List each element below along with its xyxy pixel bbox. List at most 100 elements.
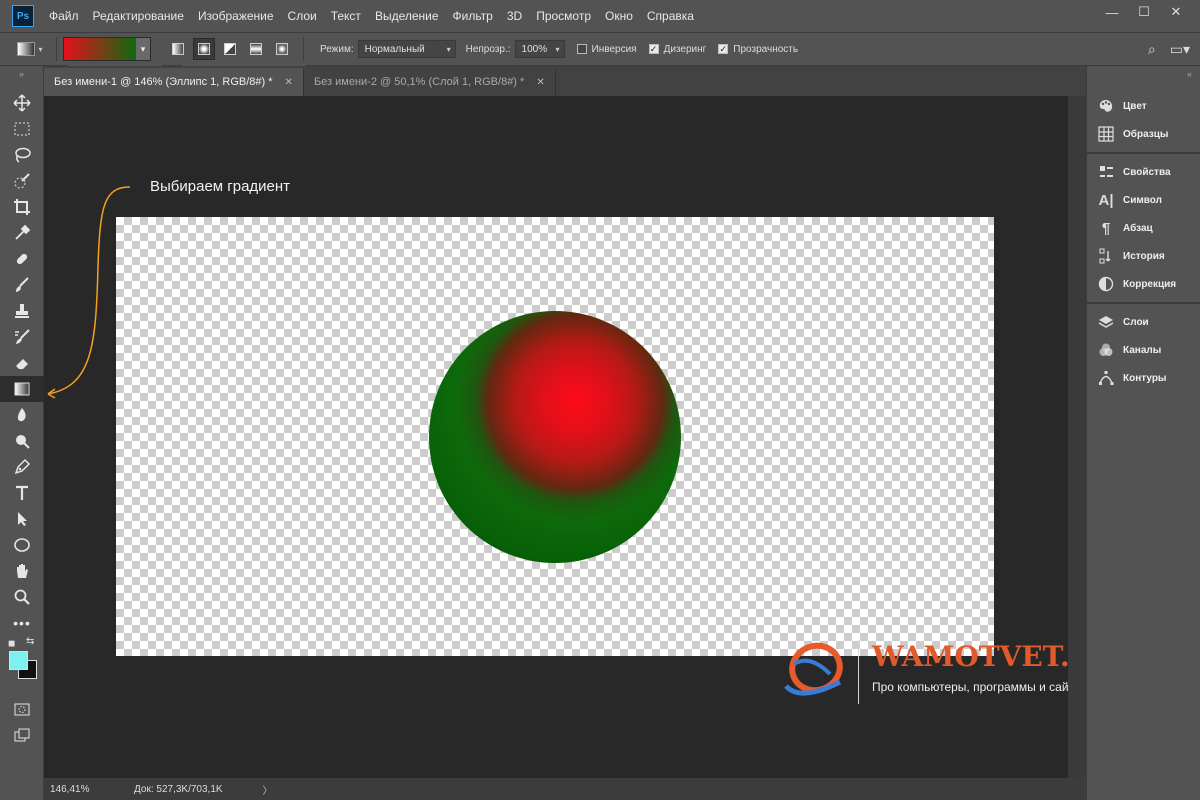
zoom-tool[interactable] xyxy=(0,584,44,610)
arrow-cursor-icon xyxy=(18,512,27,526)
close-icon[interactable]: ✕ xyxy=(285,77,293,88)
gradient-preview[interactable] xyxy=(64,38,136,60)
angle-gradient-button[interactable] xyxy=(219,38,241,60)
status-bar: 146,41% Док: 527,3K/703,1K 〉 xyxy=(44,778,1086,800)
clone-stamp-tool[interactable] xyxy=(0,298,44,324)
search-icon[interactable]: ⌕ xyxy=(1148,41,1156,58)
diamond-gradient-button[interactable] xyxy=(271,38,293,60)
move-tool[interactable] xyxy=(0,90,44,116)
menu-layers[interactable]: Слои xyxy=(281,0,324,32)
dither-label: Дизеринг xyxy=(663,43,707,55)
radial-gradient-button[interactable] xyxy=(193,38,215,60)
reflected-gradient-button[interactable] xyxy=(245,38,267,60)
panel-group-properties: Свойства A| Символ ¶ Абзац История Коррекц… xyxy=(1087,154,1200,304)
menu-select[interactable]: Выделение xyxy=(368,0,446,32)
chevron-down-icon[interactable]: ▾ xyxy=(136,38,150,60)
panel-paragraph[interactable]: ¶ Абзац xyxy=(1087,214,1200,242)
maximize-button[interactable]: ☐ xyxy=(1128,0,1160,24)
quick-mask-button[interactable] xyxy=(0,696,44,722)
tab-label: Без имени-1 @ 146% (Эллипс 1, RGB/8#) * xyxy=(54,76,273,88)
menu-bar: Ps Файл Редактирование Изображение Слои … xyxy=(0,0,1200,32)
panel-history[interactable]: История xyxy=(1087,242,1200,270)
close-button[interactable]: ✕ xyxy=(1160,0,1192,24)
hand-icon xyxy=(17,564,28,578)
swap-colors-icon[interactable]: ⇆ xyxy=(26,636,34,647)
tab-document-2[interactable]: Без имени-2 @ 50,1% (Слой 1, RGB/8#) * ✕ xyxy=(303,68,556,96)
menu-type[interactable]: Текст xyxy=(324,0,368,32)
dither-checkbox[interactable]: ✓ Дизеринг xyxy=(648,43,707,55)
panel-channels[interactable]: Каналы xyxy=(1087,336,1200,364)
path-selection-tool[interactable] xyxy=(0,506,44,532)
dodge-tool[interactable] xyxy=(0,428,44,454)
eraser-tool[interactable] xyxy=(0,350,44,376)
vertical-scrollbar[interactable] xyxy=(1068,96,1086,778)
gradient-tool[interactable] xyxy=(0,376,44,402)
ellipse-icon xyxy=(14,538,30,552)
more-tools[interactable]: ••• xyxy=(0,610,44,636)
marquee-tool[interactable] xyxy=(0,116,44,142)
checkbox-icon xyxy=(576,44,587,54)
transparency-checkbox[interactable]: ✓ Прозрачность xyxy=(718,44,798,55)
workspace-switcher-icon[interactable]: ▭▾ xyxy=(1170,41,1190,58)
crop-tool[interactable] xyxy=(0,194,44,220)
options-bar: ▾ ▾ Режим: Нормальный ▾ Непрозр.: 100% ▾… xyxy=(0,32,1200,66)
blur-tool[interactable] xyxy=(0,402,44,428)
history-brush-tool[interactable] xyxy=(0,324,44,350)
angle-gradient-icon xyxy=(224,43,236,55)
minimize-button[interactable]: — xyxy=(1096,0,1128,24)
zoom-level[interactable]: 146,41% xyxy=(44,784,94,795)
canvas-workspace[interactable]: Выбираем градиент WAMOTVET.RU Про компью… xyxy=(44,96,1068,778)
invert-label: Инверсия xyxy=(591,43,637,55)
menu-help[interactable]: Справка xyxy=(640,0,701,32)
menu-window[interactable]: Окно xyxy=(598,0,640,32)
document-canvas[interactable] xyxy=(116,217,994,656)
menu-file[interactable]: Файл xyxy=(42,0,86,32)
panel-character[interactable]: A| Символ xyxy=(1087,186,1200,214)
lasso-tool[interactable] xyxy=(0,142,44,168)
tab-document-1[interactable]: Без имени-1 @ 146% (Эллипс 1, RGB/8#) * … xyxy=(44,68,304,96)
tools-panel: » ••• ◼ ⇆ xyxy=(0,66,44,800)
menu-image[interactable]: Изображение xyxy=(191,0,281,32)
panel-layers[interactable]: Слои xyxy=(1087,308,1200,336)
opacity-field[interactable]: 100% ▾ xyxy=(514,40,565,58)
menu-filter[interactable]: Фильтр xyxy=(446,0,500,32)
menu-view[interactable]: Просмотр xyxy=(529,0,598,32)
panels-dock: « Цвет Образцы Свойства A| Символ ¶ Абзац … xyxy=(1086,66,1200,800)
type-tool[interactable] xyxy=(0,480,44,506)
panel-adjustments[interactable]: Коррекция xyxy=(1087,270,1200,298)
quick-selection-tool[interactable] xyxy=(0,168,44,194)
screen-mode-button[interactable] xyxy=(0,722,44,748)
default-colors-icon[interactable]: ◼ xyxy=(8,638,15,649)
pen-tool[interactable] xyxy=(0,454,44,480)
brush-tool[interactable] xyxy=(0,272,44,298)
healing-brush-tool[interactable] xyxy=(0,246,44,272)
eyedropper-tool[interactable] xyxy=(0,220,44,246)
status-menu-arrow[interactable]: 〉 xyxy=(263,782,273,797)
gradient-ellipse[interactable] xyxy=(429,311,681,563)
ellipse-tool[interactable] xyxy=(0,532,44,558)
divider xyxy=(56,37,57,61)
screen-mode-icon xyxy=(14,728,30,742)
invert-checkbox[interactable]: Инверсия xyxy=(576,43,637,55)
panel-collapse-icon[interactable]: » xyxy=(0,66,43,90)
panel-swatches[interactable]: Образцы xyxy=(1087,120,1200,148)
panel-group-layers: Слои Каналы Контуры xyxy=(1087,304,1200,396)
panel-collapse-icon[interactable]: « xyxy=(1087,66,1200,88)
foreground-color-swatch[interactable] xyxy=(9,651,28,670)
menu-3d[interactable]: 3D xyxy=(500,0,529,32)
checkmark-icon: ✓ xyxy=(718,44,729,54)
options-right: ⌕ ▭▾ xyxy=(1134,33,1190,65)
menu-edit[interactable]: Редактирование xyxy=(86,0,191,32)
gradient-picker[interactable]: ▾ xyxy=(63,37,151,61)
brush-icon xyxy=(16,277,29,292)
tool-preset-picker[interactable]: ▾ xyxy=(10,36,50,62)
panel-properties[interactable]: Свойства xyxy=(1087,158,1200,186)
panel-label: Абзац xyxy=(1123,222,1153,234)
linear-gradient-button[interactable] xyxy=(167,38,189,60)
annotation-arrow xyxy=(47,186,131,399)
panel-paths[interactable]: Контуры xyxy=(1087,364,1200,392)
hand-tool[interactable] xyxy=(0,558,44,584)
close-icon[interactable]: ✕ xyxy=(536,77,544,88)
panel-color[interactable]: Цвет xyxy=(1087,92,1200,120)
mode-select[interactable]: Нормальный ▾ xyxy=(357,40,456,58)
